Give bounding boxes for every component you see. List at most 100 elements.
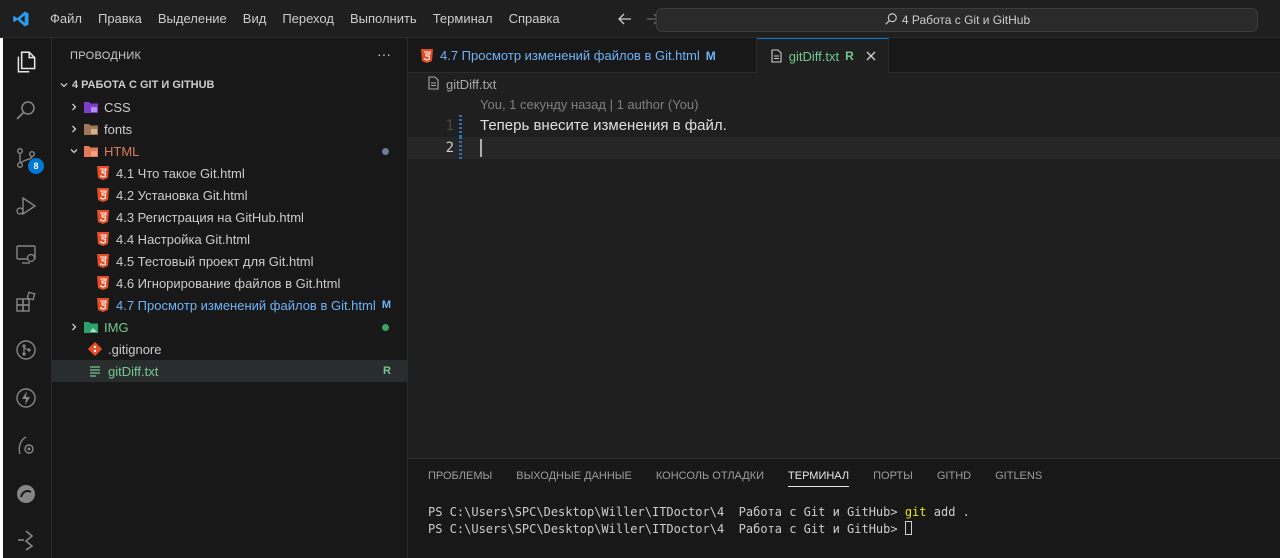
source-control-badge: 8 [28, 158, 44, 174]
tree-item-html-file[interactable]: 4.4 Настройка Git.html [52, 228, 407, 250]
search-activity-icon[interactable] [0, 86, 52, 134]
line-number: 1 [445, 118, 454, 134]
tree-item-gitdiff-txt[interactable]: gitDiff.txt R [52, 360, 407, 382]
extensions-icon[interactable] [0, 278, 52, 326]
line-text: Теперь внесите изменения в файл. [480, 117, 727, 134]
menu-terminal[interactable]: Терминал [425, 0, 501, 38]
tree-item-gitignore[interactable]: .gitignore [52, 338, 407, 360]
navigation-arrows [616, 10, 662, 28]
menu-bar: Файл Правка Выделение Вид Переход Выполн… [42, 0, 568, 38]
explorer-icon[interactable] [0, 38, 52, 86]
back-arrow-icon[interactable] [616, 10, 634, 28]
chevron-down-icon [56, 77, 72, 93]
tab-terminal[interactable]: ТЕРМИНАЛ [788, 465, 850, 487]
tree-item-label: 4.6 Игнорирование файлов в Git.html [116, 275, 341, 291]
thunder-client-icon[interactable] [0, 374, 52, 422]
breadcrumb: gitDiff.txt [408, 73, 1280, 95]
tree-item-html-file[interactable]: 4.2 Установка Git.html [52, 184, 407, 206]
terminal-line[interactable]: PS C:\Users\SPC\Desktop\Willer\ITDoctor\… [428, 521, 912, 538]
tab-ports[interactable]: ПОРТЫ [873, 459, 913, 493]
menu-file[interactable]: Файл [42, 0, 90, 38]
menu-selection[interactable]: Выделение [150, 0, 235, 38]
menu-go[interactable]: Переход [274, 0, 342, 38]
tree-item-html-file[interactable]: 4.3 Регистрация на GitHub.html [52, 206, 407, 228]
command-center-search[interactable]: 4 Работа с Git и GitHub [656, 8, 1258, 32]
change-gutter-marker [459, 137, 462, 159]
menu-edit[interactable]: Правка [90, 0, 150, 38]
tree-item-fonts-folder[interactable]: fonts [52, 118, 407, 140]
tree-item-html-file[interactable]: 4.1 Что такое Git.html [52, 162, 407, 184]
tab-output[interactable]: ВЫХОДНЫЕ ДАННЫЕ [516, 459, 632, 493]
live-share-icon[interactable] [0, 422, 52, 470]
img-folder-icon [82, 319, 100, 335]
tree-item-label: 4.4 Настройка Git.html [116, 231, 251, 247]
text-cursor [480, 139, 482, 157]
menu-run[interactable]: Выполнить [342, 0, 425, 38]
menu-view[interactable]: Вид [235, 0, 275, 38]
text-file-icon [86, 363, 104, 379]
renamed-badge: R [845, 49, 854, 63]
html5-file-icon [94, 297, 112, 313]
terminal-cursor [904, 521, 912, 535]
tree-item-label: IMG [104, 319, 129, 335]
tree-item-img-folder[interactable]: IMG [52, 316, 407, 338]
tree-item-label: HTML [104, 143, 140, 159]
bottom-panel: ПРОБЛЕМЫ ВЫХОДНЫЕ ДАННЫЕ КОНСОЛЬ ОТЛАДКИ… [408, 458, 1280, 558]
chevron-down-icon [66, 143, 82, 159]
modified-badge: M [381, 299, 391, 311]
modified-dot-icon [382, 147, 389, 155]
text-file-icon [426, 75, 440, 93]
chevron-right-icon [66, 319, 82, 335]
search-icon [884, 12, 898, 29]
tree-item-label: CSS [104, 99, 131, 115]
tree-item-label: 4.5 Тестовый проект для Git.html [116, 253, 314, 269]
modified-badge: M [705, 48, 716, 63]
tree-item-label: gitDiff.txt [108, 363, 159, 379]
html5-file-icon [94, 275, 112, 291]
terminal-prompt: PS C:\Users\SPC\Desktop\Willer\ITDoctor\… [428, 505, 905, 519]
code-line[interactable]: 1 Теперь внесите изменения в файл. [408, 115, 1280, 137]
terminal-line[interactable]: PS C:\Users\SPC\Desktop\Willer\ITDoctor\… [428, 504, 970, 521]
tab-gitlens[interactable]: GITLENS [995, 459, 1042, 493]
tab-html-file[interactable]: 4.7 Просмотр изменений файлов в Git.html… [408, 38, 757, 73]
tree-item-label: .gitignore [108, 341, 162, 357]
copilot-icon[interactable] [0, 470, 52, 518]
menu-help[interactable]: Справка [501, 0, 568, 38]
line-number: 2 [445, 140, 454, 156]
more-actions-icon[interactable]: ··· [377, 46, 391, 62]
vscode-logo-icon [0, 0, 42, 38]
tree-item-html-file-modified[interactable]: 4.7 Просмотр изменений файлов в Git.html… [52, 294, 407, 316]
editor-tabs: 4.7 Просмотр изменений файлов в Git.html… [408, 38, 1280, 73]
tab-gitdiff-txt[interactable]: gitDiff.txt R [756, 38, 889, 73]
tree-item-html-file[interactable]: 4.6 Игнорирование файлов в Git.html [52, 272, 407, 294]
close-icon[interactable] [864, 49, 878, 63]
chevron-right-icon [66, 121, 82, 137]
html5-file-icon [418, 48, 436, 64]
explorer-sidebar: ПРОВОДНИК ··· 4 РАБОТА С GIT И GITHUB CS… [52, 38, 408, 558]
tree-item-css-folder[interactable]: CSS [52, 96, 407, 118]
explorer-title: ПРОВОДНИК [70, 50, 142, 62]
source-control-icon[interactable] [0, 134, 52, 182]
remote-explorer-icon[interactable] [0, 230, 52, 278]
tab-debug-console[interactable]: КОНСОЛЬ ОТЛАДКИ [656, 459, 764, 493]
tree-item-label: fonts [104, 121, 133, 137]
workspace-folder-header[interactable]: 4 РАБОТА С GIT И GITHUB [52, 74, 407, 96]
html-folder-icon [82, 143, 100, 159]
chevron-right-icon [66, 99, 82, 115]
gitlens-icon[interactable] [0, 326, 52, 374]
git-graph-icon[interactable] [0, 516, 52, 558]
tab-githd[interactable]: GITHD [937, 459, 971, 493]
tree-item-label: 4.3 Регистрация на GitHub.html [116, 209, 304, 225]
command-center-text: 4 Работа с Git и GitHub [901, 13, 1031, 27]
tree-item-html-file[interactable]: 4.5 Тестовый проект для Git.html [52, 250, 407, 272]
editor-area: 4.7 Просмотр изменений файлов в Git.html… [408, 38, 1280, 458]
tree-item-html-folder[interactable]: HTML [52, 140, 407, 162]
terminal-args: add . [926, 505, 970, 519]
blame-codelens[interactable]: You, 1 секунду назад | 1 author (You) [480, 97, 699, 112]
git-file-icon [86, 341, 104, 357]
breadcrumb-file[interactable]: gitDiff.txt [446, 77, 496, 92]
code-line-current[interactable]: 2 [408, 137, 1280, 159]
tab-problems[interactable]: ПРОБЛЕМЫ [428, 459, 492, 493]
html5-file-icon [94, 253, 112, 269]
run-debug-icon[interactable] [0, 182, 52, 230]
